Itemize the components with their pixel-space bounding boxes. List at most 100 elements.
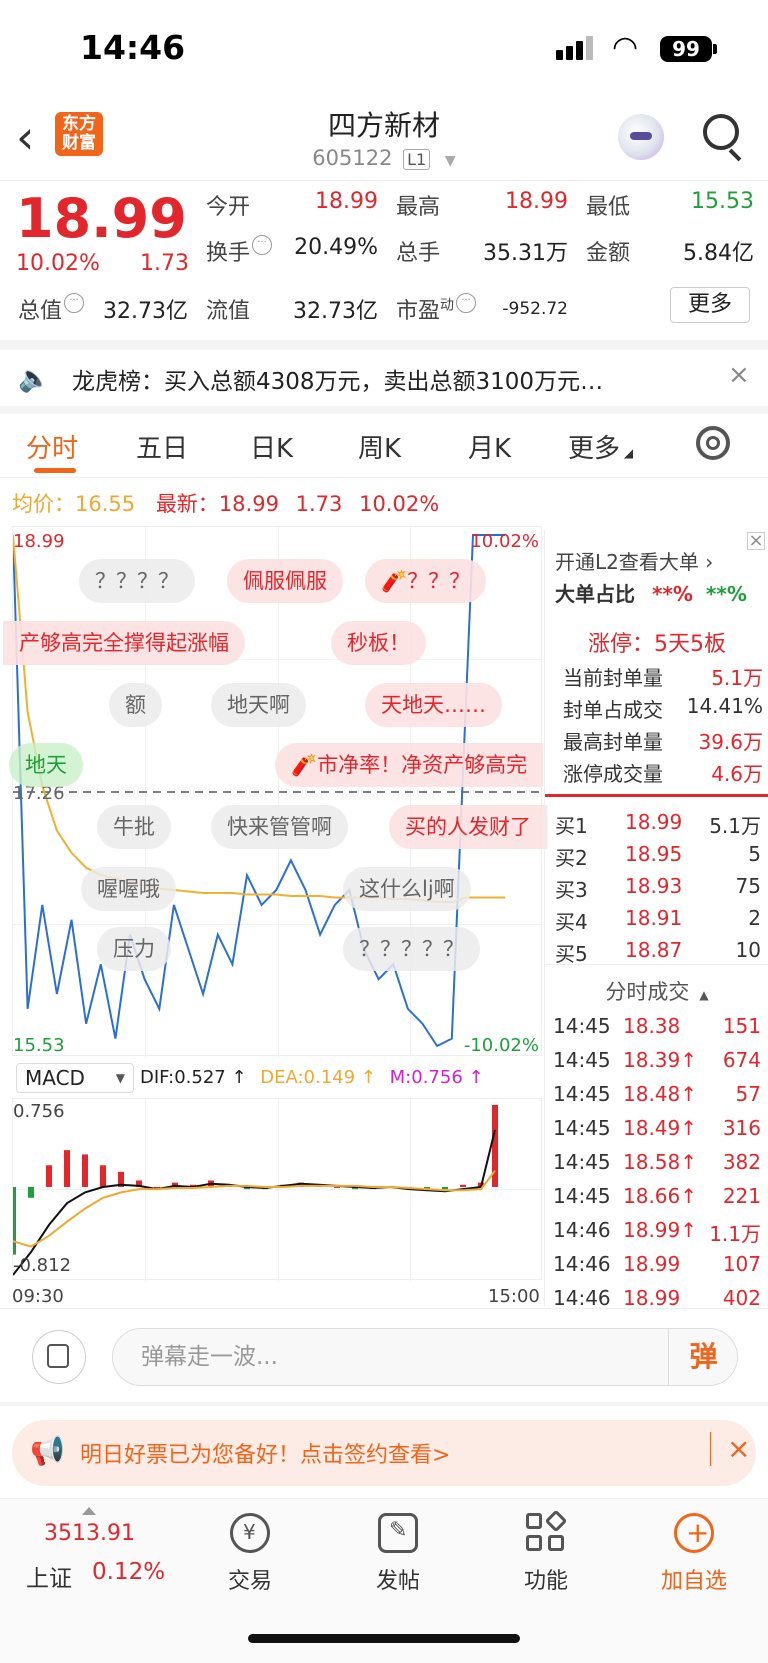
tab-daily-k[interactable]: 日K: [250, 428, 293, 465]
bid-label: 买2: [555, 846, 588, 870]
open-label: 今开: [206, 195, 251, 220]
bottom-pct-label: -10.02%: [463, 1035, 539, 1056]
tick-price: 18.58↑: [623, 1150, 698, 1174]
longhu-banner[interactable]: 🔈 龙虎榜：买入总额4308万元，卖出总额3100万元… ×: [0, 350, 768, 406]
macd-chart[interactable]: 0.756 -0.812: [12, 1098, 543, 1281]
change-value: 1.73: [140, 251, 189, 276]
add-icon: +: [674, 1513, 714, 1553]
danmu-bubble[interactable]: 喔喔哦: [81, 867, 176, 911]
tick-time: 14:46: [553, 1218, 611, 1242]
index-pct[interactable]: 0.12%: [92, 1559, 165, 1585]
header: ‹ 东方 财富 四方新材 605122 L1 ▼: [0, 100, 768, 180]
pe-label: 市盈动 ···: [396, 293, 478, 325]
danmu-bubble[interactable]: 秒板！: [331, 621, 426, 665]
info-icon[interactable]: ···: [64, 293, 85, 313]
tick-row: 14:46 18.99↑ 1.1万: [553, 1218, 767, 1246]
danmu-bubble[interactable]: 地天啊: [211, 683, 306, 727]
danmu-bubble[interactable]: 额: [109, 683, 162, 727]
nav-add-watchlist[interactable]: + 加自选: [644, 1513, 744, 1595]
danmu-bubble[interactable]: 牛批: [97, 805, 171, 849]
info-icon[interactable]: ···: [456, 293, 477, 313]
search-icon[interactable]: [703, 114, 739, 150]
intraday-chart[interactable]: 18.99 10.02% 15.53 -10.02% 17.26 ？？？？ 佩服…: [3, 526, 547, 1057]
danmu-bubble[interactable]: 这什么lj啊: [343, 867, 471, 911]
last-pct: 10.02%: [359, 492, 440, 516]
bid-row: 买2 18.95 5: [555, 842, 767, 871]
danmu-bubble[interactable]: 压力: [97, 927, 171, 971]
dropdown-icon[interactable]: ▼: [445, 153, 456, 169]
limit-row: 涨停成交量 4.6万: [563, 758, 763, 787]
chart-tabs: 分时 五日 日K 周K 月K 更多 ◢: [0, 414, 768, 478]
tick-time: 14:45: [553, 1116, 611, 1140]
close-icon[interactable]: ×: [710, 1432, 750, 1466]
danmu-bubble[interactable]: 🧨？？？: [365, 559, 487, 603]
signal-bar: [566, 46, 573, 60]
tab-five-day[interactable]: 五日: [136, 428, 188, 465]
info-icon[interactable]: ···: [252, 235, 273, 255]
index-name[interactable]: 上证: [26, 1559, 72, 1593]
bid-row: 买5 18.87 10: [555, 938, 767, 967]
limit-value: 4.6万: [711, 762, 763, 786]
nav-functions[interactable]: 功能: [496, 1509, 596, 1595]
bid-label: 买3: [555, 878, 588, 902]
tick-price: 18.38: [623, 1014, 681, 1038]
danmu-bubble[interactable]: 地天: [9, 743, 83, 787]
last-price: 18.99: [16, 187, 187, 250]
index-value[interactable]: 3513.91: [44, 1521, 135, 1546]
tick-price: 18.39↑: [623, 1048, 698, 1072]
tick-row: 14:45 18.48↑ 57: [553, 1082, 767, 1106]
big-order-label: 大单占比: [555, 582, 635, 606]
turnover-label-text: 换手: [206, 241, 251, 266]
danmu-bubble[interactable]: ？？？？？: [343, 927, 480, 971]
tick-price: 18.66↑: [623, 1184, 698, 1208]
tick-row: 14:45 18.49↑ 316: [553, 1116, 767, 1140]
tick-time: 14:46: [553, 1286, 611, 1310]
tab-intraday[interactable]: 分时: [26, 428, 78, 465]
divider: [0, 406, 768, 414]
pe-value: -952.72: [502, 299, 568, 319]
nav-post[interactable]: ✎ 发帖: [348, 1513, 448, 1595]
tick-row: 14:45 18.38 151: [553, 1014, 767, 1038]
tick-row: 14:46 18.99 107: [553, 1252, 767, 1276]
limit-row: 当前封单量 5.1万: [563, 662, 763, 691]
tab-more[interactable]: 更多 ◢: [568, 428, 633, 465]
nav-trade[interactable]: ¥ 交易: [200, 1513, 300, 1595]
promo-text[interactable]: 明日好票已为您备好！点击签约查看>: [80, 1437, 450, 1469]
dif-line: [13, 1129, 496, 1276]
danmu-send-button[interactable]: 弹: [668, 1328, 738, 1386]
danmu-bubble[interactable]: ？？？？: [79, 559, 195, 603]
danmu-bubble[interactable]: 天地天……: [365, 683, 502, 727]
tab-more-label: 更多: [568, 434, 621, 464]
promo-banner[interactable]: 📢 明日好票已为您备好！点击签约查看> ×: [12, 1420, 756, 1486]
danmu-bubble[interactable]: 买的人发财了: [389, 805, 547, 849]
more-button[interactable]: 更多: [670, 287, 750, 323]
volume-value: 35.31万: [483, 241, 568, 266]
macd-top-label: 0.756: [13, 1101, 65, 1122]
close-icon[interactable]: ×: [747, 532, 765, 550]
macd-values: DIF:0.527 ↑ DEA:0.149 ↑ M:0.756 ↑: [140, 1067, 484, 1088]
danmu-bubble[interactable]: 产够高完全撑得起涨幅: [3, 621, 245, 665]
macd-bar: [46, 1165, 52, 1187]
speaker-icon: 🔈: [18, 364, 51, 394]
level-badge: L1: [403, 149, 431, 170]
danmu-bubble[interactable]: 佩服佩服: [227, 559, 343, 603]
l2-link[interactable]: 开通L2查看大单 ›: [555, 546, 713, 575]
indicator-select-label: MACD: [25, 1066, 85, 1090]
indicator-select[interactable]: MACD ▼: [16, 1063, 134, 1093]
tick-price: 18.99: [623, 1286, 681, 1310]
ticks-title[interactable]: 分时成交 ▲: [545, 976, 768, 1006]
danmu-bubble[interactable]: 🧨市净率！净资产够高完: [275, 743, 544, 787]
tick-qty: 402: [722, 1286, 761, 1310]
bid-label: 买4: [555, 910, 588, 934]
tick-time: 14:45: [553, 1150, 611, 1174]
tick-time: 14:45: [553, 1184, 611, 1208]
tab-monthly-k[interactable]: 月K: [468, 428, 511, 465]
divider: [545, 964, 768, 965]
tab-weekly-k[interactable]: 周K: [358, 428, 401, 465]
danmu-bubble[interactable]: 快来管管啊: [211, 805, 348, 849]
longhu-text[interactable]: 龙虎榜：买入总额4308万元，卖出总额3100万元…: [72, 362, 603, 396]
last-label: 最新：: [155, 492, 219, 516]
tick-time: 14:46: [553, 1252, 611, 1276]
close-icon[interactable]: ×: [728, 360, 750, 390]
danmu-input[interactable]: 弹幕走一波...: [112, 1328, 738, 1386]
